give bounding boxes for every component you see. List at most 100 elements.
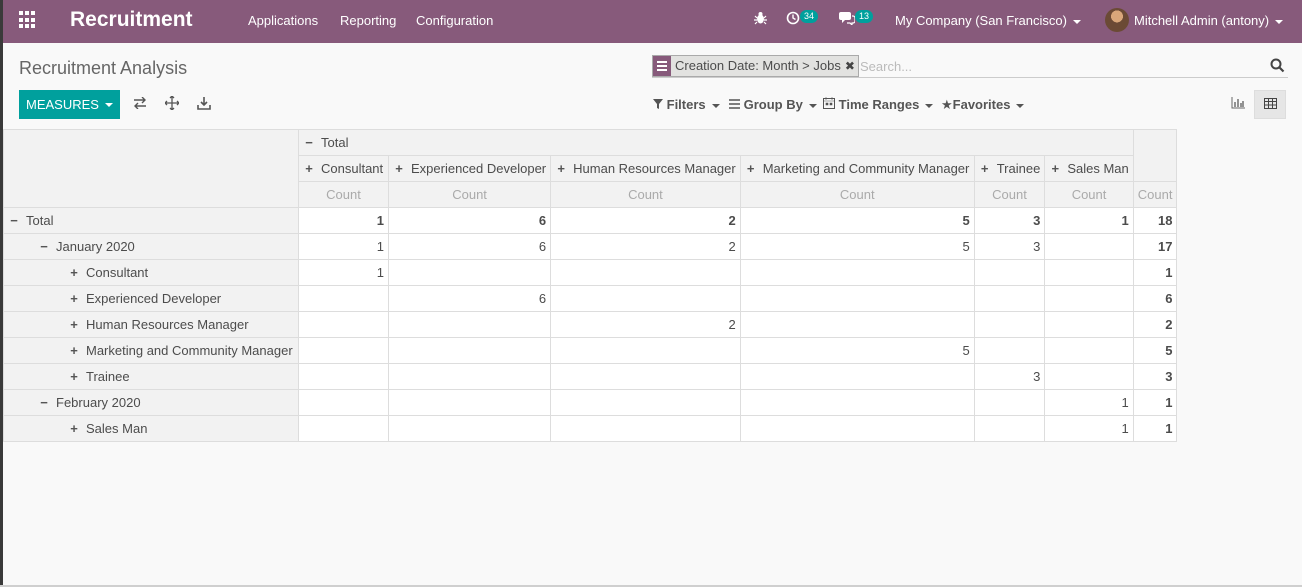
measure-header[interactable]: Count	[387, 181, 552, 208]
activity-clock-icon[interactable]	[786, 11, 800, 29]
pivot-cell[interactable]	[298, 311, 389, 338]
pivot-cell[interactable]	[973, 415, 1046, 442]
expand-all-icon[interactable]	[164, 95, 180, 113]
pivot-row-header[interactable]: + Consultant	[3, 259, 299, 286]
pivot-cell[interactable]	[739, 363, 975, 390]
pivot-cell[interactable]	[387, 363, 552, 390]
download-icon[interactable]	[197, 96, 211, 113]
pivot-cell[interactable]: 2	[550, 207, 741, 234]
company-switcher[interactable]: My Company (San Francisco)	[895, 13, 1081, 28]
pivot-row-total[interactable]: 1	[1132, 389, 1178, 416]
pivot-cell[interactable]: 1	[1044, 389, 1134, 416]
pivot-row-header[interactable]: + Experienced Developer	[3, 285, 299, 312]
pivot-row-total[interactable]: 1	[1132, 259, 1178, 286]
pivot-cell[interactable]: 6	[387, 207, 552, 234]
pivot-cell[interactable]: 1	[298, 259, 389, 286]
pivot-cell[interactable]	[1044, 285, 1134, 312]
measure-header[interactable]: Count	[298, 181, 389, 208]
pivot-cell[interactable]: 3	[973, 363, 1046, 390]
filters-dropdown[interactable]: Filters	[653, 97, 720, 112]
pivot-cell[interactable]: 5	[739, 233, 975, 260]
pivot-cell[interactable]	[550, 285, 741, 312]
graph-view-button[interactable]	[1222, 90, 1254, 119]
measure-header[interactable]: Count	[1044, 181, 1134, 208]
pivot-col-header[interactable]: + Trainee	[973, 155, 1046, 182]
pivot-cell[interactable]: 1	[298, 233, 389, 260]
pivot-row-header[interactable]: − January 2020	[3, 233, 299, 260]
pivot-cell[interactable]	[387, 389, 552, 416]
pivot-cell[interactable]	[550, 415, 741, 442]
pivot-col-header[interactable]: + Consultant	[298, 155, 389, 182]
pivot-cell[interactable]	[973, 337, 1046, 364]
pivot-cell[interactable]	[387, 337, 552, 364]
measure-header[interactable]: Count	[1132, 181, 1178, 208]
pivot-cell[interactable]: 5	[739, 337, 975, 364]
pivot-cell[interactable]	[298, 363, 389, 390]
pivot-col-header-total[interactable]: − Total	[298, 129, 1134, 156]
pivot-cell[interactable]	[973, 389, 1046, 416]
pivot-cell[interactable]	[739, 259, 975, 286]
measure-header[interactable]: Count	[550, 181, 741, 208]
apps-menu-icon[interactable]	[19, 11, 37, 29]
pivot-cell[interactable]	[387, 311, 552, 338]
search-facet[interactable]: Creation Date: Month > Jobs ✖	[652, 55, 859, 77]
pivot-row-header[interactable]: + Sales Man	[3, 415, 299, 442]
app-brand[interactable]: Recruitment	[70, 8, 193, 32]
search-input[interactable]	[860, 56, 1260, 76]
groupby-dropdown[interactable]: Group By	[729, 97, 817, 112]
pivot-row-total[interactable]: 18	[1132, 207, 1178, 234]
pivot-cell[interactable]	[739, 285, 975, 312]
messages-chat-icon[interactable]	[839, 11, 856, 29]
pivot-row-header[interactable]: − February 2020	[3, 389, 299, 416]
menu-reporting[interactable]: Reporting	[340, 13, 396, 28]
pivot-cell[interactable]	[550, 363, 741, 390]
measure-header[interactable]: Count	[739, 181, 975, 208]
pivot-cell[interactable]	[387, 415, 552, 442]
pivot-cell[interactable]	[298, 337, 389, 364]
close-icon[interactable]: ✖	[845, 56, 858, 76]
pivot-row-header[interactable]: + Human Resources Manager	[3, 311, 299, 338]
flip-axis-icon[interactable]	[133, 96, 147, 112]
pivot-cell[interactable]	[1044, 259, 1134, 286]
pivot-cell[interactable]: 6	[387, 285, 552, 312]
pivot-cell[interactable]	[973, 259, 1046, 286]
user-avatar[interactable]	[1105, 8, 1129, 32]
pivot-cell[interactable]	[298, 285, 389, 312]
pivot-cell[interactable]	[739, 415, 975, 442]
menu-configuration[interactable]: Configuration	[416, 13, 493, 28]
pivot-col-header[interactable]: + Human Resources Manager	[550, 155, 741, 182]
pivot-cell[interactable]	[1044, 363, 1134, 390]
pivot-row-total[interactable]: 2	[1132, 311, 1178, 338]
pivot-cell[interactable]	[739, 389, 975, 416]
pivot-row-header[interactable]: + Trainee	[3, 363, 299, 390]
pivot-cell[interactable]	[1044, 233, 1134, 260]
pivot-row-total[interactable]: 1	[1132, 415, 1178, 442]
measure-header[interactable]: Count	[973, 181, 1046, 208]
pivot-cell[interactable]: 1	[298, 207, 389, 234]
pivot-cell[interactable]: 2	[550, 311, 741, 338]
pivot-cell[interactable]	[298, 389, 389, 416]
pivot-cell[interactable]: 6	[387, 233, 552, 260]
pivot-cell[interactable]	[1044, 311, 1134, 338]
pivot-cell[interactable]	[739, 311, 975, 338]
pivot-row-total[interactable]: 17	[1132, 233, 1178, 260]
user-menu[interactable]: Mitchell Admin (antony)	[1134, 13, 1284, 28]
pivot-col-header[interactable]: + Marketing and Community Manager	[739, 155, 975, 182]
pivot-row-header[interactable]: + Marketing and Community Manager	[3, 337, 299, 364]
pivot-col-header[interactable]: + Sales Man	[1044, 155, 1134, 182]
pivot-cell[interactable]	[550, 337, 741, 364]
pivot-cell[interactable]: 1	[1044, 415, 1134, 442]
pivot-cell[interactable]: 2	[550, 233, 741, 260]
pivot-cell[interactable]	[1044, 337, 1134, 364]
pivot-cell[interactable]: 3	[973, 233, 1046, 260]
pivot-cell[interactable]	[387, 259, 552, 286]
pivot-cell[interactable]: 3	[973, 207, 1046, 234]
pivot-row-header[interactable]: − Total	[3, 207, 299, 234]
measures-button[interactable]: MEASURES	[19, 90, 120, 119]
pivot-row-total[interactable]: 6	[1132, 285, 1178, 312]
pivot-cell[interactable]	[973, 285, 1046, 312]
debug-bug-icon[interactable]	[754, 11, 767, 29]
timeranges-dropdown[interactable]: Time Ranges	[823, 97, 934, 112]
menu-applications[interactable]: Applications	[248, 13, 318, 28]
pivot-view-button[interactable]	[1254, 90, 1286, 119]
